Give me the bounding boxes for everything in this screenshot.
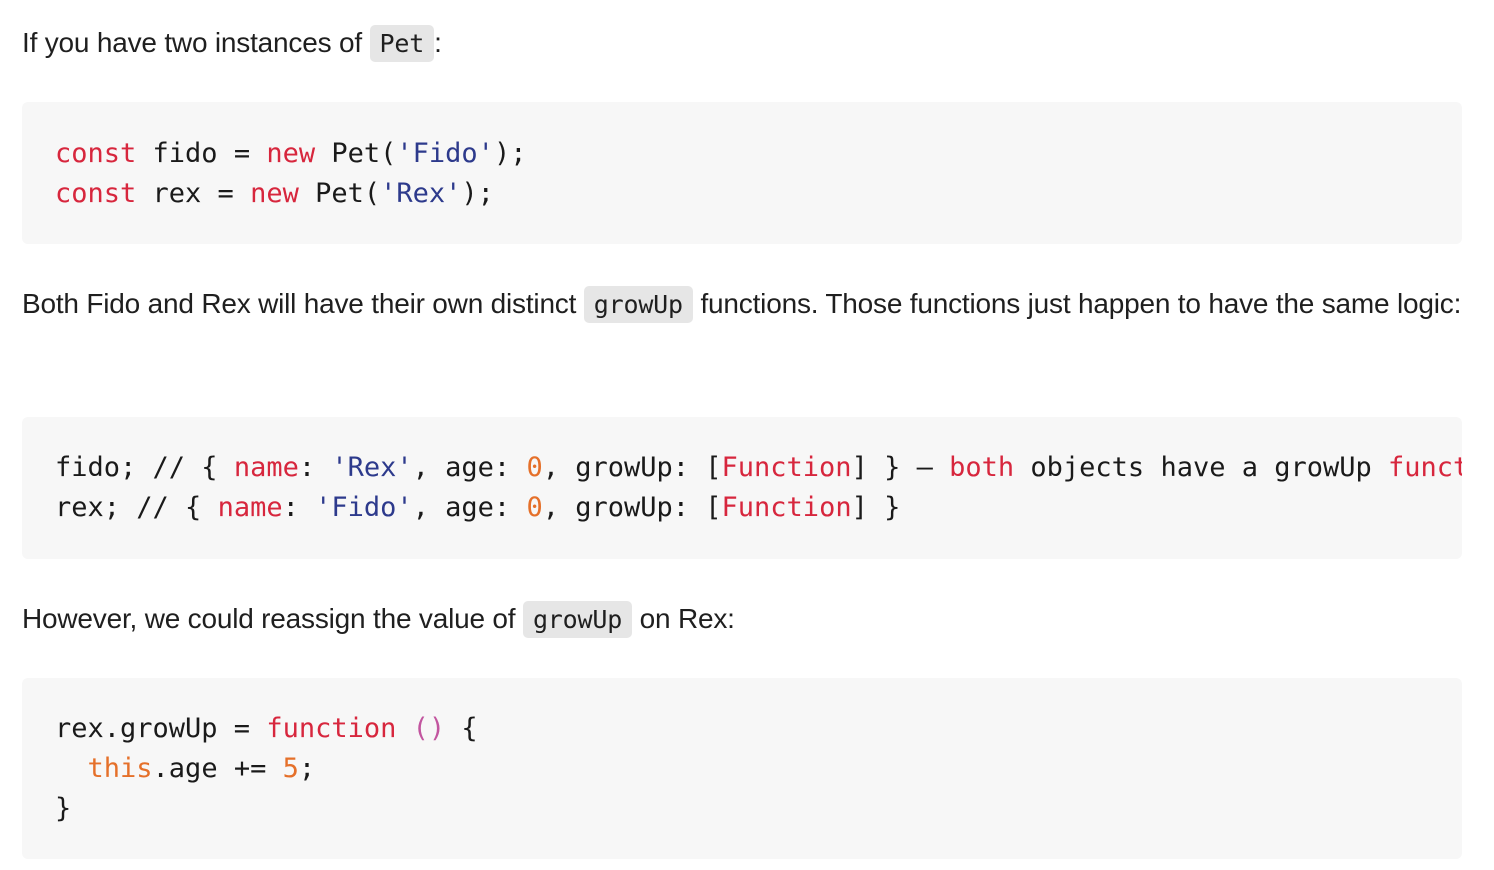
inline-code-pet: Pet [369, 25, 435, 62]
code-line-3: } [55, 793, 72, 824]
code-block-reassign: rex.growUp = function () { this.age += 5… [22, 678, 1462, 859]
code-line-2: this.age += 5; [87, 753, 316, 784]
inline-code-growup: growUp [522, 601, 633, 638]
text: functions. Those functions just happen t… [692, 288, 1462, 319]
paragraph-distinct-functions: Both Fido and Rex will have their own di… [22, 277, 1462, 332]
code-content: rex.growUp = function () { this.age += 5… [55, 709, 478, 829]
text: on Rex: [632, 603, 735, 634]
text: However, we could reassign the value of [22, 603, 523, 634]
paragraph-intro: If you have two instances of Pet: [22, 16, 1462, 71]
text: If you have two instances of [22, 27, 370, 58]
code-line-2: rex; // { name: 'Fido', age: 0, growUp: … [55, 492, 901, 523]
code-line-1: const fido = new Pet('Fido'); [55, 138, 527, 169]
paragraph-reassign: However, we could reassign the value of … [22, 592, 1462, 647]
code-line-1: fido; // { name: 'Rex', age: 0, growUp: … [55, 452, 1462, 483]
code-block-instances: const fido = new Pet('Fido'); const rex … [22, 102, 1462, 244]
code-content: const fido = new Pet('Fido'); const rex … [55, 134, 526, 214]
inline-code-growup: growUp [583, 286, 693, 323]
text: : [434, 27, 442, 58]
code-line-1: rex.growUp = function () { [55, 713, 478, 744]
text: Both Fido and Rex will have their own di… [22, 288, 584, 319]
code-block-objects: fido; // { name: 'Rex', age: 0, growUp: … [22, 417, 1462, 559]
code-content: fido; // { name: 'Rex', age: 0, growUp: … [55, 448, 1462, 528]
code-line-2: const rex = new Pet('Rex'); [55, 178, 494, 209]
